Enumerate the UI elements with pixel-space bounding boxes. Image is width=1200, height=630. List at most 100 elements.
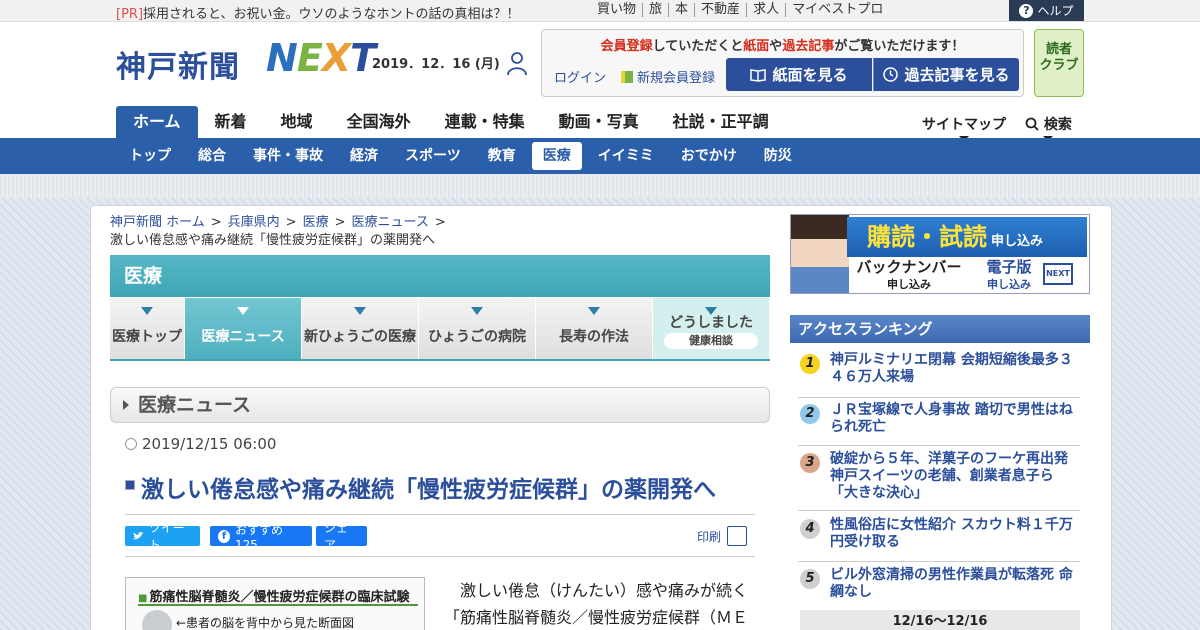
tab-longevity[interactable]: 長寿の作法 xyxy=(536,298,653,359)
rank-badge: 5 xyxy=(800,569,820,589)
service-link-jobs[interactable]: 求人 xyxy=(746,3,785,17)
view-paper-button[interactable]: 紙面を見る xyxy=(726,58,872,91)
service-link-travel[interactable]: 旅 xyxy=(642,3,668,17)
ranking-item[interactable]: 3 破綻から５年、洋菓子のフーケ再出発 神戸スイーツの老舗、創業者息子ら「大きな… xyxy=(798,451,1080,511)
rank-badge: 1 xyxy=(800,354,820,374)
nav-region[interactable]: 地域 xyxy=(264,106,330,138)
sitemap-link[interactable]: サイトマップ xyxy=(922,114,1006,141)
facebook-share-button[interactable]: シェア xyxy=(316,521,367,552)
figure-note: ←患者の脳を背中から見た断面図 xyxy=(176,616,355,630)
ad-title: 購読・試読 申し込み xyxy=(847,217,1087,257)
tab-health-consult[interactable]: どうしました 健康相談 xyxy=(653,298,770,359)
nav-latest[interactable]: 新着 xyxy=(198,106,264,138)
next-logo[interactable]: NEXT xyxy=(266,36,376,80)
medical-tabs: 医療トップ 医療ニュース 新ひょうごの医療 ひょうごの病院 長寿の作法 どうしま… xyxy=(110,298,770,361)
headline-marker-icon xyxy=(125,480,135,490)
triangle-down-icon xyxy=(141,307,153,315)
ad-person-image xyxy=(791,215,849,293)
pr-link[interactable]: [PR]採用されると、お祝い金。ウソのようなホントの話の真相は？！ xyxy=(116,3,520,22)
subnav-economy[interactable]: 経済 xyxy=(339,142,389,170)
section-title: 医療 xyxy=(110,255,770,297)
figure-caption: 筋痛性脳脊髄炎／慢性疲労症候群の臨床試験 xyxy=(138,586,409,605)
subnav-sports[interactable]: スポーツ xyxy=(394,142,472,170)
twitter-bird-icon xyxy=(133,532,144,540)
divider xyxy=(125,556,755,557)
question-icon: ? xyxy=(1019,3,1034,18)
triangle-down-icon xyxy=(705,307,717,315)
ranking-item-title: ビル外窓清掃の男性作業員が転落死 命綱なし xyxy=(830,567,1073,600)
main-nav: ホーム 新着 地域 全国海外 連載・特集 動画・写真 社説・正平調 xyxy=(116,106,786,138)
nav-home[interactable]: ホーム xyxy=(116,106,198,138)
service-link-shopping[interactable]: 買い物 xyxy=(597,3,642,17)
news-section-header: 医療ニュース xyxy=(110,387,770,423)
tab-medical-news[interactable]: 医療ニュース xyxy=(185,298,302,359)
print-button[interactable]: 印刷 xyxy=(697,526,748,546)
ranking-item[interactable]: 2 ＪＲ宝塚線で人身事故 踏切で男性はねられ死亡 xyxy=(798,402,1080,446)
ranking-item-title: 神戸ルミナリエ閉幕 会期短縮後最多３４６万人来場 xyxy=(830,352,1073,385)
breadcrumb-hyogo[interactable]: 兵庫県内 xyxy=(228,215,280,230)
reader-club-button[interactable]: 読者 クラブ xyxy=(1034,29,1084,97)
triangle-down-icon xyxy=(471,307,483,315)
nav-video[interactable]: 動画・写真 xyxy=(542,106,656,138)
rank-badge: 3 xyxy=(800,453,820,473)
brain-scan-image xyxy=(142,610,172,630)
nav-series[interactable]: 連載・特集 xyxy=(428,106,542,138)
subnav-top[interactable]: トップ xyxy=(118,142,182,170)
ranking-item-title: ＪＲ宝塚線で人身事故 踏切で男性はねられ死亡 xyxy=(830,402,1073,435)
ranking-period: 12/16～12/16 xyxy=(800,610,1080,630)
search-icon xyxy=(1025,117,1039,131)
ranking-item[interactable]: 1 神戸ルミナリエ閉幕 会期短縮後最多３４６万人来場 xyxy=(798,352,1080,398)
search-link[interactable]: 検索 xyxy=(1025,114,1072,141)
header-stripe xyxy=(0,174,1200,198)
subnav-general[interactable]: 総合 xyxy=(187,142,237,170)
rank-badge: 4 xyxy=(800,519,820,539)
breadcrumb-medical-news[interactable]: 医療ニュース xyxy=(352,215,429,230)
ad-digital[interactable]: 電子版 申し込み xyxy=(977,259,1041,293)
member-box: 会員登録していただくと紙面や過去記事がご覧いただけます！ ログイン 新規会員登録… xyxy=(541,29,1024,97)
divider xyxy=(125,514,755,515)
subnav-iimimi[interactable]: イイミミ xyxy=(587,142,665,170)
breadcrumb-medical[interactable]: 医療 xyxy=(303,215,329,230)
subscription-ad[interactable]: 購読・試読 申し込み バックナンバー 申し込み 電子版 申し込み NEXT xyxy=(790,214,1090,294)
ranking-item[interactable]: 5 ビル外窓清掃の男性作業員が転落死 命綱なし xyxy=(798,567,1080,609)
register-link[interactable]: 新規会員登録 xyxy=(621,67,715,86)
service-link-mybestpro[interactable]: マイベストプロ xyxy=(785,3,889,17)
tab-hyogo-hospitals[interactable]: ひょうごの病院 xyxy=(419,298,536,359)
subnav-education[interactable]: 教育 xyxy=(477,142,527,170)
service-link-books[interactable]: 本 xyxy=(668,3,694,17)
tweet-button[interactable]: ツイート xyxy=(125,521,200,552)
login-link[interactable]: ログイン xyxy=(554,67,606,86)
facebook-icon: f xyxy=(218,529,230,543)
service-links: 買い物 旅 本 不動産 求人 マイベストプロ xyxy=(597,3,889,17)
subnav-incidents[interactable]: 事件・事故 xyxy=(242,142,334,170)
ad-backnumber[interactable]: バックナンバー 申し込み xyxy=(851,259,967,293)
facebook-like-button[interactable]: f おすすめ 125 xyxy=(210,523,312,552)
laptop-icon: NEXT xyxy=(1043,263,1073,285)
site-header: 神戸新聞 NEXT 2019．12．16 (月) 会員登録していただくと紙面や過… xyxy=(0,22,1200,141)
help-button[interactable]: ? ヘルプ xyxy=(1009,0,1084,21)
service-link-realestate[interactable]: 不動産 xyxy=(694,3,746,17)
breadcrumb-home[interactable]: 神戸新聞 ホーム xyxy=(110,215,205,230)
subnav-disaster[interactable]: 防災 xyxy=(753,142,803,170)
figure-underline xyxy=(138,604,418,606)
past-articles-button[interactable]: 過去記事を見る xyxy=(873,58,1019,91)
tab-new-hyogo-medical[interactable]: 新ひょうごの医療 xyxy=(302,298,419,359)
user-icon[interactable] xyxy=(506,50,528,76)
triangle-down-icon xyxy=(237,307,249,315)
site-logo[interactable]: 神戸新聞 xyxy=(116,42,240,86)
rank-badge: 2 xyxy=(800,404,820,424)
subnav-medical[interactable]: 医療 xyxy=(531,142,582,170)
nav-national[interactable]: 全国海外 xyxy=(330,106,428,138)
nav-editorial[interactable]: 社説・正平調 xyxy=(656,106,786,138)
tab-medical-top[interactable]: 医療トップ xyxy=(110,298,185,359)
pr-text: 採用されると、お祝い金。ウソのようなホントの話の真相は？！ xyxy=(143,7,520,22)
member-message: 会員登録していただくと紙面や過去記事がご覧いただけます！ xyxy=(600,39,965,54)
article-figure[interactable]: 筋痛性脳脊髄炎／慢性疲労症候群の臨床試験 ←患者の脳を背中から見た断面図 xyxy=(125,577,425,630)
subnav-outing[interactable]: おでかけ xyxy=(670,142,748,170)
ranking-item-title: 性風俗店に女性紹介 スカウト料１千万円受け取る xyxy=(830,517,1073,550)
ranking-item-title: 破綻から５年、洋菓子のフーケ再出発 神戸スイーツの老舗、創業者息子ら「大きな決心… xyxy=(830,451,1068,501)
ranking-item[interactable]: 4 性風俗店に女性紹介 スカウト料１千万円受け取る xyxy=(798,517,1080,562)
ranking-list: 1 神戸ルミナリエ閉幕 会期短縮後最多３４６万人来場 2 ＪＲ宝塚線で人身事故 … xyxy=(790,343,1090,630)
breadcrumb-current: 激しい倦怠感や痛み継続「慢性疲労症候群」の薬開発へ xyxy=(110,233,436,248)
clock-icon xyxy=(125,438,137,450)
